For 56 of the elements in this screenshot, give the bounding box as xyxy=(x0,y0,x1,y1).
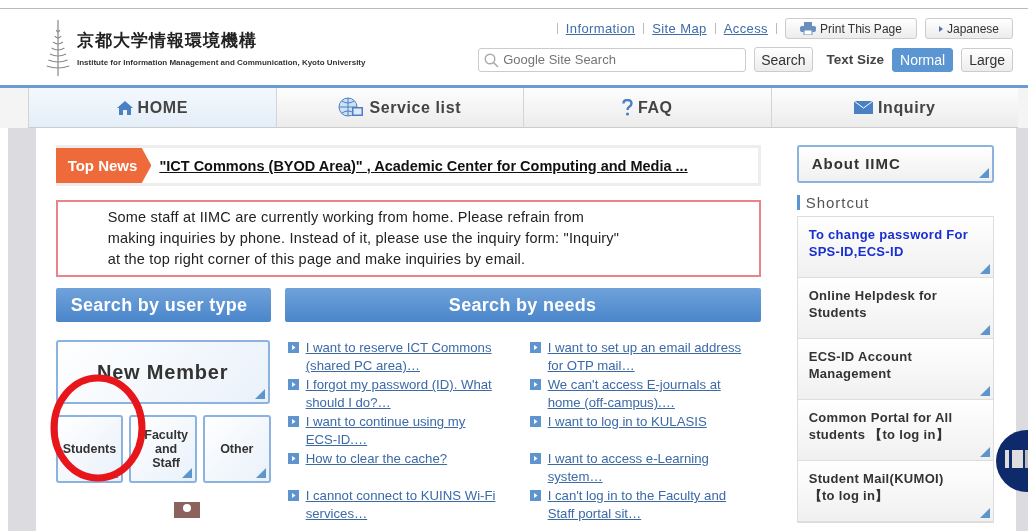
faq-link[interactable]: I can't log in to the Faculty and Staff portal sit… xyxy=(547,487,742,523)
anniversary-logo-icon xyxy=(996,430,1028,492)
nav-tab[interactable]: Service list xyxy=(275,88,523,128)
faq-link[interactable]: I cannot connect to KUINS Wi-Fi services… xyxy=(305,487,500,523)
faq-link[interactable]: How to clear the cache? xyxy=(305,450,448,486)
faq-link[interactable]: We can't access E-journals at home (off-campus).… xyxy=(547,376,742,412)
top-news-label: Top News xyxy=(55,148,152,183)
bullet-icon xyxy=(287,342,299,353)
faq-link[interactable]: I want to access e-Learning system… xyxy=(547,450,742,486)
bullet-icon xyxy=(287,453,299,464)
news-headline-link[interactable]: "ICT Commons (BYOD Area)" , Academic Center for Computing and Media ... xyxy=(159,157,688,174)
logo-title: 京都大学情報環境機構 xyxy=(77,30,258,52)
section-heading: Search by user type xyxy=(55,288,271,322)
logo-icon xyxy=(45,18,71,78)
question-icon xyxy=(621,99,633,116)
nav-tab[interactable]: Inquiry xyxy=(770,88,1018,128)
search-button[interactable]: Search xyxy=(754,47,813,72)
logo-subtitle: Institute for Information Management and Communication, Kyoto University xyxy=(77,58,366,67)
header-link[interactable]: Access xyxy=(723,21,768,36)
triangle-icon xyxy=(938,25,943,32)
bullet-icon xyxy=(529,342,541,353)
user-type-button[interactable]: Other xyxy=(203,415,271,483)
about-button[interactable]: About IIMC xyxy=(796,145,995,183)
faq-link[interactable]: I want to set up an email address for OTP mail… xyxy=(547,339,742,375)
search-field[interactable]: Google Site Search xyxy=(478,47,747,72)
text-size-label: Text Size xyxy=(826,52,885,67)
bullet-icon xyxy=(287,416,299,427)
bullet-icon xyxy=(287,490,299,501)
text-size-button[interactable]: Large xyxy=(961,47,1013,72)
language-button[interactable]: Japanese xyxy=(925,18,1013,39)
bag-icon xyxy=(173,502,200,518)
nav-tab[interactable]: HOME xyxy=(28,88,276,128)
section-heading: Search by needs xyxy=(284,288,761,322)
notice-text: at the top right corner of this page and make inquiries by email. xyxy=(107,250,527,269)
bullet-icon xyxy=(287,379,299,390)
printer-icon xyxy=(800,22,817,35)
bullet-icon xyxy=(529,490,541,501)
globe-icon xyxy=(338,96,365,119)
search-icon xyxy=(484,52,500,68)
user-type-button[interactable]: Faculty and Staff xyxy=(129,415,197,483)
faq-link[interactable]: I forgot my password (ID). What should I do?… xyxy=(305,376,500,412)
notice-text: making inquiries by phone. Instead of it, please use the inquiry form: "Inquiry" xyxy=(107,229,621,248)
home-icon xyxy=(116,100,133,115)
header-link[interactable]: Information xyxy=(565,21,636,36)
print-button[interactable]: Print This Page xyxy=(785,18,917,39)
nav-tab[interactable]: FAQ xyxy=(523,88,771,128)
header-link[interactable]: Site Map xyxy=(652,21,707,36)
envelope-icon xyxy=(853,101,873,114)
bullet-icon xyxy=(529,379,541,390)
faq-link[interactable]: I want to log in to KULASIS xyxy=(547,413,707,449)
faq-link[interactable]: I want to reserve ICT Commons (shared PC area)… xyxy=(305,339,500,375)
faq-link[interactable]: I want to continue using my ECS-ID.… xyxy=(305,413,500,449)
bullet-icon xyxy=(529,416,541,427)
shortcut-heading: Shortcut xyxy=(796,195,995,210)
notice-text: Some staff at IIMC are currently working from home. Please refrain from xyxy=(107,208,586,227)
bullet-icon xyxy=(529,453,541,464)
